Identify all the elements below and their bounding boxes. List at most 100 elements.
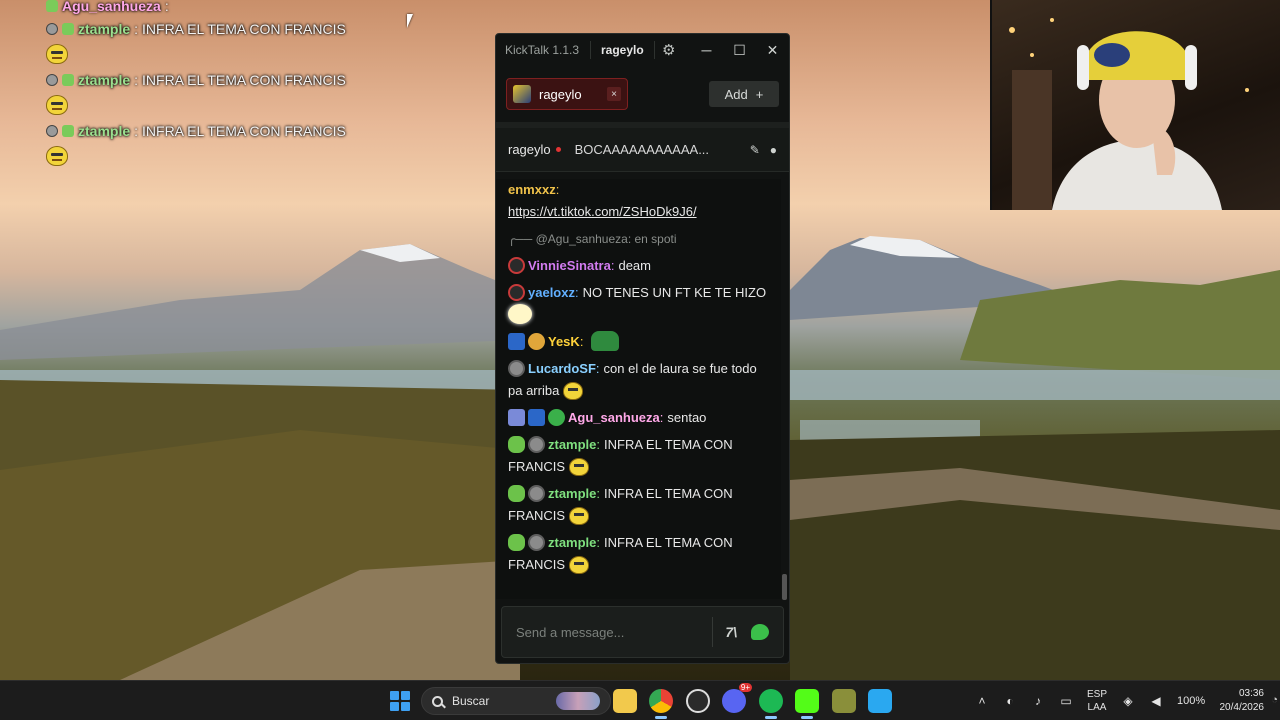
- battery-level[interactable]: 100%: [1177, 695, 1205, 707]
- chat-scrollbar[interactable]: [782, 574, 787, 600]
- message-separator: :: [596, 535, 601, 550]
- overlay-line: ztample: INFRA EL TEMA CON FRANCIS: [46, 119, 366, 142]
- app-title: KickTalk 1.1.3: [505, 43, 580, 57]
- mouse-cursor-icon: [407, 14, 413, 28]
- chat-message: ztample: INFRA EL TEMA CON FRANCIS: [508, 532, 769, 576]
- microphone-icon[interactable]: ♪: [1031, 694, 1045, 708]
- overlay-emote-row: [46, 91, 366, 119]
- message-separator: :: [595, 361, 600, 376]
- bot-badge-icon: [508, 534, 525, 551]
- overlay-line: Agu_sanhueza:: [46, 0, 366, 17]
- chat-input-bar: 7\: [501, 606, 784, 658]
- bot-badge-icon: [62, 22, 74, 35]
- close-button[interactable]: ✕: [756, 42, 789, 59]
- message-username[interactable]: Agu_sanhueza: [568, 410, 660, 425]
- message-username[interactable]: LucardoSF: [528, 361, 596, 376]
- gear-icon[interactable]: ⚙: [655, 41, 683, 59]
- overlay-username: Agu_sanhueza: [62, 0, 161, 14]
- message-link[interactable]: https://vt.tiktok.com/ZSHoDk9J6/: [508, 204, 697, 219]
- sunglasses-emote-icon: [568, 556, 589, 574]
- discord-icon[interactable]: 9+: [722, 683, 752, 713]
- avatar: [513, 85, 531, 103]
- tab-rageylo[interactable]: rageylo ×: [506, 78, 628, 110]
- stream-info-header: rageylo BOCAAAAAAAAAAA... ✎ ●: [496, 128, 789, 172]
- message-username[interactable]: ztample: [548, 486, 596, 501]
- display-icon[interactable]: ▭: [1059, 694, 1073, 708]
- windows-start-icon[interactable]: [390, 691, 410, 711]
- wifi-icon[interactable]: ◈: [1121, 694, 1135, 708]
- file-explorer-icon[interactable]: [613, 689, 637, 713]
- gold-sub-badge-icon: [528, 333, 545, 350]
- keyboard-layout: LAA: [1087, 702, 1107, 713]
- reply-preview[interactable]: ╭── @Agu_sanhueza: en spoti: [508, 228, 769, 250]
- reply-text: @Agu_sanhueza: en spoti: [535, 232, 677, 246]
- message-text: deam: [618, 258, 651, 273]
- chrome-icon[interactable]: [649, 689, 673, 719]
- overlay-message: INFRA EL TEMA CON FRANCIS: [142, 71, 346, 88]
- clock-date: 20/4/2026: [1219, 702, 1265, 713]
- kick-app-icon[interactable]: [795, 689, 819, 719]
- clock-time: 03:36: [1238, 688, 1264, 699]
- kick-emote-icon[interactable]: [751, 624, 769, 640]
- notification-bell-icon[interactable]: ◔: [1271, 694, 1278, 706]
- chat-message: Agu_sanhueza: sentao: [508, 407, 769, 429]
- sub-badge-icon: [508, 360, 525, 377]
- live-indicator-icon: [555, 147, 561, 152]
- current-user-label[interactable]: rageylo: [590, 41, 655, 59]
- message-separator: :: [579, 334, 584, 349]
- message-username[interactable]: enmxxz: [508, 182, 556, 197]
- maximize-button[interactable]: ☐: [723, 42, 756, 59]
- channel-name[interactable]: rageylo: [508, 142, 551, 157]
- overlay-line: ztample: INFRA EL TEMA CON FRANCIS: [46, 17, 366, 40]
- kicktalk-window: KickTalk 1.1.3 rageylo ⚙ ─ ☐ ✕ rageylo ×…: [495, 33, 790, 664]
- notification-badge: 9+: [738, 683, 752, 692]
- bot-badge-icon: [508, 436, 525, 453]
- message-input[interactable]: [516, 624, 701, 640]
- taskbar-clock[interactable]: 03:36 20/4/2026: [1220, 687, 1265, 715]
- notepad-icon[interactable]: [868, 689, 892, 713]
- network-status-icon[interactable]: ◐: [1003, 694, 1017, 708]
- sunglasses-emote-icon: [568, 458, 589, 476]
- chat-message: ztample: INFRA EL TEMA CON FRANCIS: [508, 483, 769, 527]
- spotify-icon[interactable]: [759, 689, 783, 719]
- hammer-badge-icon: [508, 333, 525, 350]
- obs-icon[interactable]: [686, 689, 710, 713]
- chat-message: LucardoSF: con el de laura se fue todo pa…: [508, 358, 769, 402]
- overlay-username: ztample: [78, 20, 131, 37]
- close-icon[interactable]: ×: [607, 87, 621, 101]
- bot-badge-icon: [62, 73, 74, 86]
- message-username[interactable]: VinnieSinatra: [528, 258, 611, 273]
- message-username[interactable]: ztample: [548, 535, 596, 550]
- title-bar: KickTalk 1.1.3 rageylo ⚙ ─ ☐ ✕: [496, 34, 789, 66]
- overlay-line: ztample: INFRA EL TEMA CON FRANCIS: [46, 68, 366, 91]
- taskbar-search[interactable]: Buscar: [421, 687, 611, 715]
- add-button-label: Add: [724, 86, 748, 102]
- minimize-button[interactable]: ─: [690, 42, 723, 59]
- language-indicator[interactable]: ESP LAA: [1087, 688, 1107, 714]
- sunglasses-emote-icon: [568, 507, 589, 525]
- seventv-emote-icon[interactable]: 7\: [725, 624, 737, 640]
- message-username[interactable]: yaeloxz: [528, 285, 575, 300]
- chevron-up-icon[interactable]: ˄: [975, 694, 989, 708]
- user-icon[interactable]: ●: [770, 143, 777, 157]
- chatroom-tabs: rageylo × Add +: [496, 66, 789, 128]
- reply-line-icon: ╭──: [508, 232, 533, 246]
- language-code: ESP: [1087, 689, 1108, 700]
- search-label: Buscar: [452, 694, 490, 708]
- message-username[interactable]: ztample: [548, 437, 596, 452]
- sunglasses-emote-icon: [46, 95, 68, 115]
- message-separator: :: [610, 258, 615, 273]
- sub-badge-icon: [528, 534, 545, 551]
- system-tray: ˄ ◐ ♪ ▭ ESP LAA ◈ ◀ 100%: [975, 681, 1205, 720]
- message-username[interactable]: YesK: [548, 334, 580, 349]
- add-chatroom-button[interactable]: Add +: [709, 81, 779, 107]
- message-text: sentao: [667, 410, 707, 425]
- sunglasses-emote-icon: [562, 382, 583, 400]
- volume-icon[interactable]: ◀: [1149, 694, 1163, 708]
- pin-icon[interactable]: ✎: [750, 143, 760, 157]
- chat-messages: enmxxz: https://vt.tiktok.com/ZSHoDk9J6/…: [496, 179, 781, 599]
- game-icon[interactable]: [832, 689, 856, 713]
- overlay-separator: :: [134, 20, 139, 37]
- overlay-separator: :: [134, 71, 139, 88]
- stream-overlay-chat: Agu_sanhueza: ztample: INFRA EL TEMA CON…: [46, 0, 366, 170]
